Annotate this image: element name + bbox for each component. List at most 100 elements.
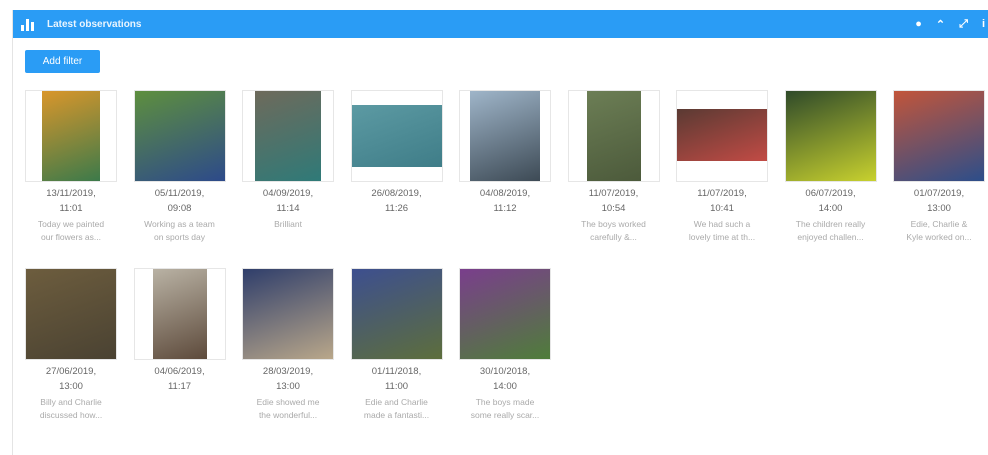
observation-date: 04/06/2019, [154,366,205,377]
observation-thumbnail[interactable] [893,90,985,182]
observation-date: 04/08/2019, [479,188,531,199]
observation-datetime: 11/07/2019, 10:54 [566,186,662,216]
observation-date: 11/07/2019, [588,188,639,199]
observation-card[interactable]: 27/06/2019, 13:00 Billy and Charlie discuss… [23,268,119,422]
caption-line: made a fantasti... [363,410,430,420]
observation-photo [470,91,540,181]
observation-time: 14:00 [818,203,843,214]
observation-card[interactable]: 11/07/2019, 10:41 We had such a lovely time… [674,90,770,244]
caption-line: The boys worked [581,219,646,229]
observation-photo [351,105,442,167]
caption-line: some really scar... [470,410,540,420]
observation-date: 11/07/2019, [697,188,747,199]
observation-thumbnail[interactable] [133,90,226,182]
observation-caption: The children really enjoyed challen... [783,218,879,244]
observation-datetime: 11/07/2019, 10:41 [674,186,770,216]
caption-line: discussed how... [39,410,103,420]
widget-titlebar: Latest observations ● ⌃ ⤢ i [13,10,988,38]
observation-datetime: 04/08/2019, 11:12 [457,186,553,216]
observation-caption: Edie showed me the wonderful... [240,396,336,422]
caption-line: Edie, Charlie & [910,219,968,229]
observation-thumbnail[interactable] [242,90,334,182]
observation-photo [255,91,321,181]
observation-thumbnail[interactable] [25,268,117,360]
observation-thumbnail[interactable] [459,90,551,182]
observation-time: 11:26 [384,203,409,214]
observation-caption: We had such a lovely time at th... [674,218,770,244]
observation-time: 13:00 [276,381,300,392]
observation-caption: The boys worked carefully &... [566,218,662,244]
caption-line: enjoyed challen... [797,232,864,242]
observation-datetime: 04/06/2019, 11:17 [132,364,228,394]
observation-time: 10:41 [710,203,734,214]
caption-line: Billy and Charlie [40,397,102,407]
observation-date: 13/11/2019, [46,188,96,199]
caption-line: We had such a [693,219,751,229]
observation-card[interactable]: 04/09/2019, 11:14 Brilliant [240,90,336,231]
widget-toolbar: ● ⌃ ⤢ i [915,10,985,38]
observation-datetime: 30/10/2018, 14:00 [457,364,553,394]
observation-thumbnail[interactable] [133,268,226,360]
observation-caption: The boys made some really scar... [457,396,553,422]
observation-photo [134,91,225,181]
observation-datetime: 06/07/2019, 14:00 [783,186,879,216]
observation-card[interactable]: 30/10/2018, 14:00 The boys made some really… [457,268,553,422]
observation-thumbnail[interactable] [784,90,877,182]
observation-card[interactable]: 28/03/2019, 13:00 Edie showed me the wonder… [240,268,336,422]
observation-date: 27/06/2019, [45,366,97,377]
observation-photo [460,269,550,359]
caption-line: Brilliant [274,219,302,229]
observation-card[interactable]: 04/08/2019, 11:12 [457,90,553,218]
observation-datetime: 28/03/2019, 13:00 [240,364,336,394]
observation-date: 28/03/2019, [262,366,314,377]
observation-thumbnail[interactable] [350,90,443,182]
observation-date: 26/08/2019, [371,188,422,199]
caption-line: Edie and Charlie [365,397,428,407]
observation-thumbnail[interactable] [25,90,117,182]
observation-photo [586,91,641,181]
observation-thumbnail[interactable] [567,90,660,182]
observation-card[interactable]: 01/07/2019, 13:00 Edie, Charlie & Kyle work… [891,90,987,244]
observation-thumbnail[interactable] [242,268,334,360]
add-filter-button[interactable]: Add filter [25,50,100,73]
observation-card[interactable]: 05/11/2019, 09:08 Working as a team on spor… [132,90,228,244]
settings-icon[interactable]: ● [915,18,922,30]
observation-time: 11:01 [59,203,83,214]
observation-photo [785,91,876,181]
caption-line: Kyle worked on... [906,232,972,242]
observation-time: 11:00 [384,381,409,392]
observation-date: 01/11/2018, [371,366,422,377]
observation-caption: Brilliant [240,218,336,231]
observation-date: 06/07/2019, [805,188,856,199]
caption-line: on sports day [153,232,206,242]
observation-datetime: 05/11/2019, 09:08 [132,186,228,216]
observation-datetime: 04/09/2019, 11:14 [240,186,336,216]
observation-photo [243,269,333,359]
observation-caption: Today we painted our flowers as... [23,218,119,244]
observation-card[interactable]: 01/11/2018, 11:00 Edie and Charlie made a f… [349,268,445,422]
observation-datetime: 27/06/2019, 13:00 [23,364,119,394]
caption-line: lovely time at th... [688,232,756,242]
expand-icon[interactable]: ⤢ [959,18,968,31]
observation-card[interactable]: 13/11/2019, 11:01 Today we painted our flow… [23,90,119,244]
info-icon[interactable]: i [982,18,985,30]
observation-card[interactable]: 04/06/2019, 11:17 [132,268,228,396]
widget-title: Latest observations [47,18,142,30]
observation-caption: Billy and Charlie discussed how... [23,396,119,422]
collapse-icon[interactable]: ⌃ [936,18,945,31]
observation-thumbnail[interactable] [459,268,551,360]
caption-line: Working as a team [144,219,215,229]
observation-caption: Working as a team on sports day [132,218,228,244]
observation-datetime: 01/11/2018, 11:00 [349,364,445,394]
observation-caption: Edie, Charlie & Kyle worked on... [891,218,987,244]
observation-caption: Edie and Charlie made a fantasti... [349,396,445,422]
observation-thumbnail[interactable] [676,90,768,182]
observation-time: 11:12 [493,203,517,214]
observation-card[interactable]: 06/07/2019, 14:00 The children really enjoy… [783,90,879,244]
observation-photo [351,269,442,359]
observation-thumbnail[interactable] [350,268,443,360]
observation-date: 04/09/2019, [262,188,314,199]
caption-line: Edie showed me [256,397,320,407]
observation-card[interactable]: 26/08/2019, 11:26 [349,90,445,218]
observation-card[interactable]: 11/07/2019, 10:54 The boys worked carefully… [566,90,662,244]
